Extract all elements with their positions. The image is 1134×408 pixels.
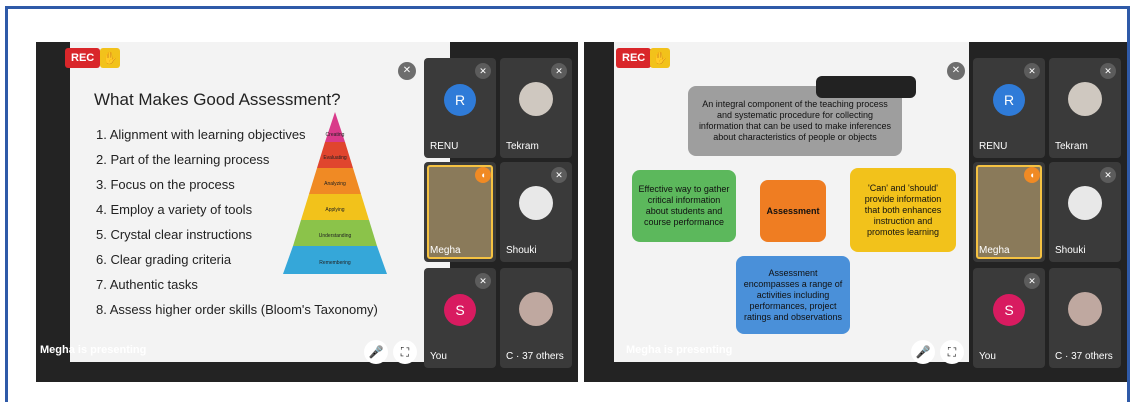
participant-name: RENU (430, 141, 459, 152)
mic-off-icon: ✕ (1100, 63, 1116, 79)
participant-photo (519, 186, 553, 220)
participant-photo (519, 82, 553, 116)
participant-tile[interactable]: ✕ Shouki (1049, 162, 1121, 262)
video-call-left: What Makes Good Assessment? 1. Alignment… (36, 42, 578, 382)
name-overlay (816, 76, 916, 98)
mic-off-icon: ✕ (551, 63, 567, 79)
participant-name: C · 37 others (506, 351, 564, 362)
avatar: S (993, 294, 1025, 326)
participant-tile[interactable]: ✕ Tekram (500, 58, 572, 158)
pyramid-label: Applying (325, 207, 344, 213)
participant-name: Tekram (506, 141, 539, 152)
pyramid-label: Creating (326, 132, 345, 138)
participant-tile[interactable]: ✕ Shouki (500, 162, 572, 262)
speaking-icon: ◖ (475, 167, 491, 183)
video-call-right: An integral component of the teaching pr… (584, 42, 1127, 382)
list-item: 8. Assess higher order skills (Bloom's T… (96, 302, 378, 317)
mic-off-icon: ✕ (1024, 63, 1040, 79)
raise-hand-icon: ✋ (650, 48, 670, 68)
participant-photo (1068, 82, 1102, 116)
mic-toggle-button[interactable]: 🎤 (364, 340, 388, 364)
presenting-label: Megha is presenting (40, 344, 147, 356)
mic-off-icon[interactable]: ✕ (947, 62, 965, 80)
participant-photo (1068, 292, 1102, 326)
assessment-center-box: Assessment (760, 180, 826, 242)
participant-tile-others[interactable]: C · 37 others (1049, 268, 1121, 368)
mic-off-icon: ✕ (1100, 167, 1116, 183)
participant-tile-self[interactable]: S ✕ You (973, 268, 1045, 368)
speaking-icon: ◖ (1024, 167, 1040, 183)
mic-off-icon[interactable]: ✕ (398, 62, 416, 80)
fullscreen-button[interactable]: ⛶ (393, 340, 417, 364)
mic-off-icon: ✕ (551, 167, 567, 183)
slide-title: What Makes Good Assessment? (94, 90, 341, 109)
recording-badge: REC (616, 48, 652, 68)
participant-tile-active-speaker[interactable]: ◖ Megha (424, 162, 496, 262)
participant-tile-active-speaker[interactable]: ◖ Megha (973, 162, 1045, 262)
definition-box-right: 'Can' and 'should' provide information t… (850, 168, 956, 252)
mic-off-icon: ✕ (475, 273, 491, 289)
screenshot-border-right (1127, 6, 1130, 402)
participant-name: You (979, 351, 996, 362)
participant-tile[interactable]: R ✕ RENU (424, 58, 496, 158)
pyramid-label: Remembering (319, 260, 351, 266)
participant-name: C · 37 others (1055, 351, 1113, 362)
participant-photo (1068, 186, 1102, 220)
participant-name: Shouki (506, 245, 537, 256)
avatar: R (444, 84, 476, 116)
mic-off-icon: ✕ (1024, 273, 1040, 289)
blooms-pyramid: Creating Evaluating Analyzing Applying U… (283, 112, 387, 274)
mic-toggle-button[interactable]: 🎤 (911, 340, 935, 364)
pyramid-label: Understanding (319, 233, 352, 239)
shared-slide: An integral component of the teaching pr… (614, 42, 969, 362)
participant-tile[interactable]: R ✕ RENU (973, 58, 1045, 158)
pyramid-label: Evaluating (323, 155, 347, 161)
definition-box-bottom: Assessment encompasses a range of activi… (736, 256, 850, 334)
participant-tile-others[interactable]: C · 37 others (500, 268, 572, 368)
recording-badge: REC (65, 48, 101, 68)
fullscreen-button[interactable]: ⛶ (940, 340, 964, 364)
participant-photo (519, 292, 553, 326)
avatar: R (993, 84, 1025, 116)
definition-box-left: Effective way to gather critical informa… (632, 170, 736, 242)
pyramid-label: Analyzing (324, 181, 346, 187)
avatar: S (444, 294, 476, 326)
mic-off-icon: ✕ (475, 63, 491, 79)
participant-name: Megha (979, 245, 1010, 256)
shared-slide: What Makes Good Assessment? 1. Alignment… (70, 42, 450, 362)
participant-name: You (430, 351, 447, 362)
presenting-label: Megha is presenting (626, 344, 733, 356)
participant-name: Shouki (1055, 245, 1086, 256)
raise-hand-icon: ✋ (100, 48, 120, 68)
participant-name: RENU (979, 141, 1008, 152)
participant-name: Tekram (1055, 141, 1088, 152)
participant-tile-self[interactable]: S ✕ You (424, 268, 496, 368)
participant-name: Megha (430, 245, 461, 256)
participant-tile[interactable]: ✕ Tekram (1049, 58, 1121, 158)
